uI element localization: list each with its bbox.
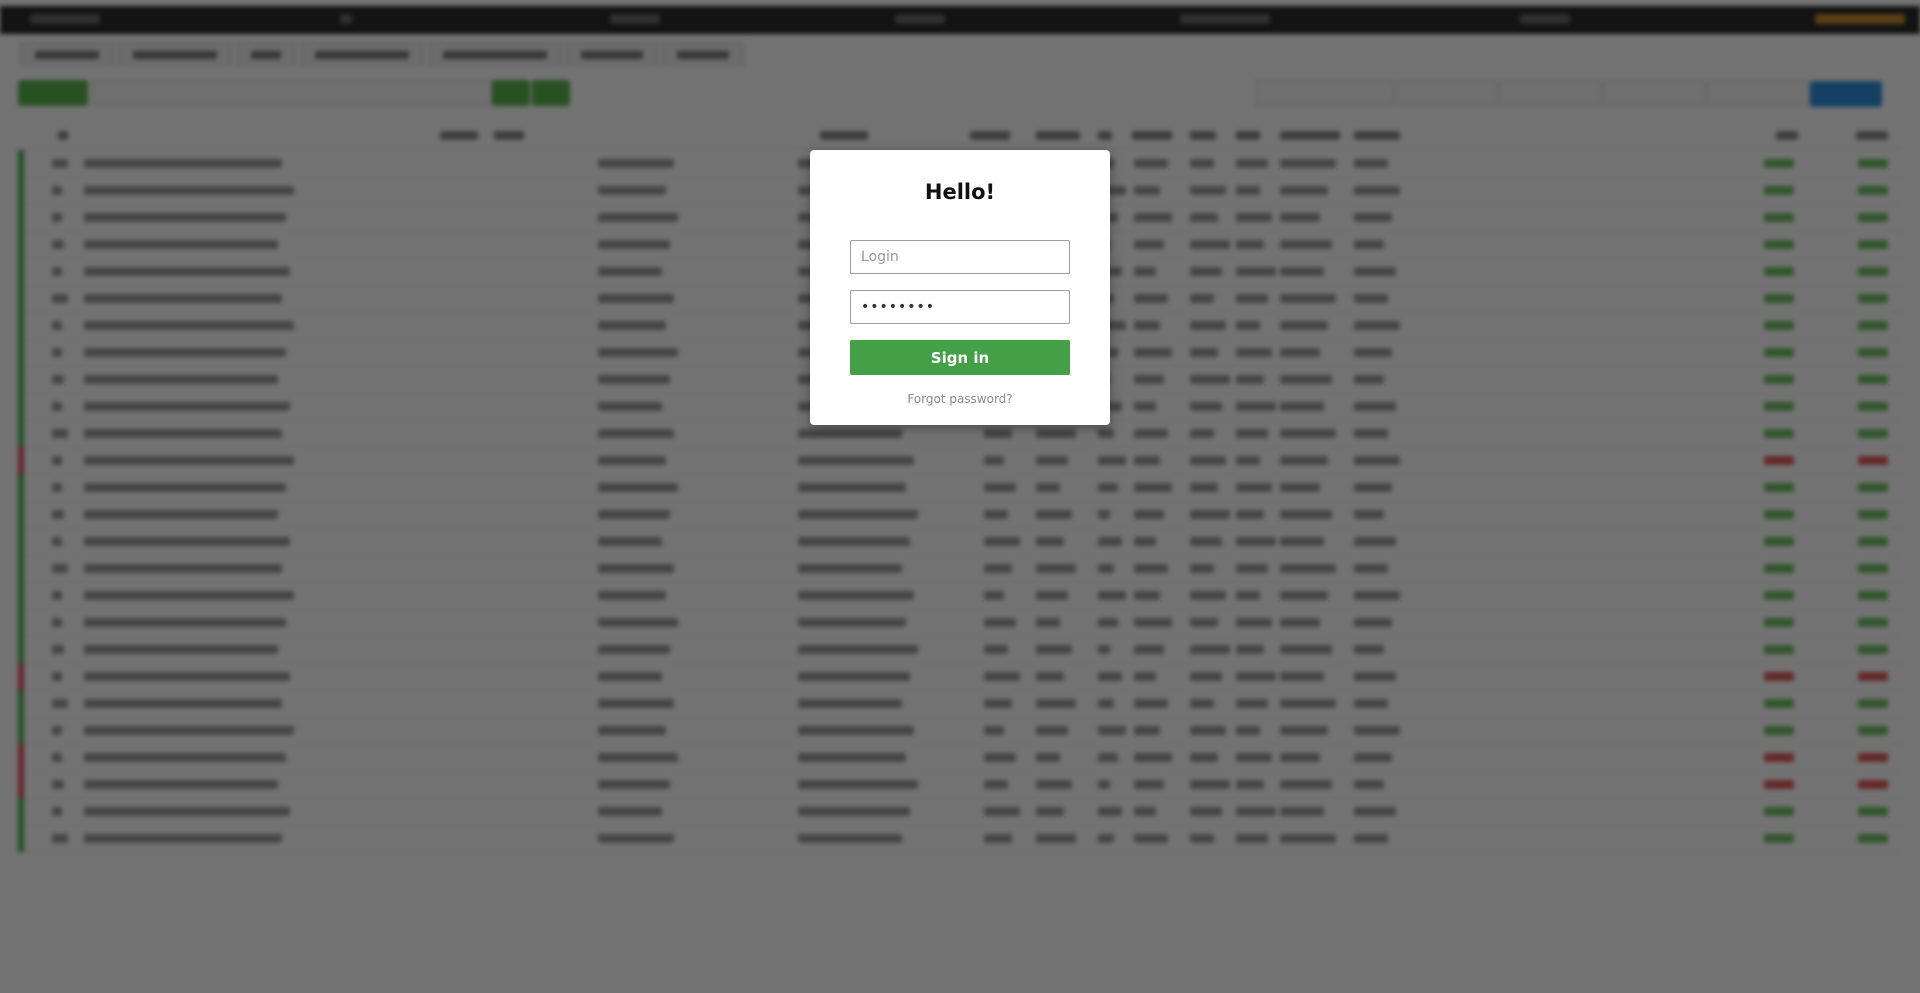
modal-overlay xyxy=(0,0,1920,993)
password-field[interactable] xyxy=(850,290,1070,324)
sign-in-button[interactable]: Sign in xyxy=(850,340,1070,375)
login-input[interactable] xyxy=(850,240,1070,274)
login-modal: Hello! Sign in Forgot password? xyxy=(810,150,1110,425)
forgot-password-link[interactable]: Forgot password? xyxy=(810,392,1110,406)
modal-title: Hello! xyxy=(924,180,996,204)
